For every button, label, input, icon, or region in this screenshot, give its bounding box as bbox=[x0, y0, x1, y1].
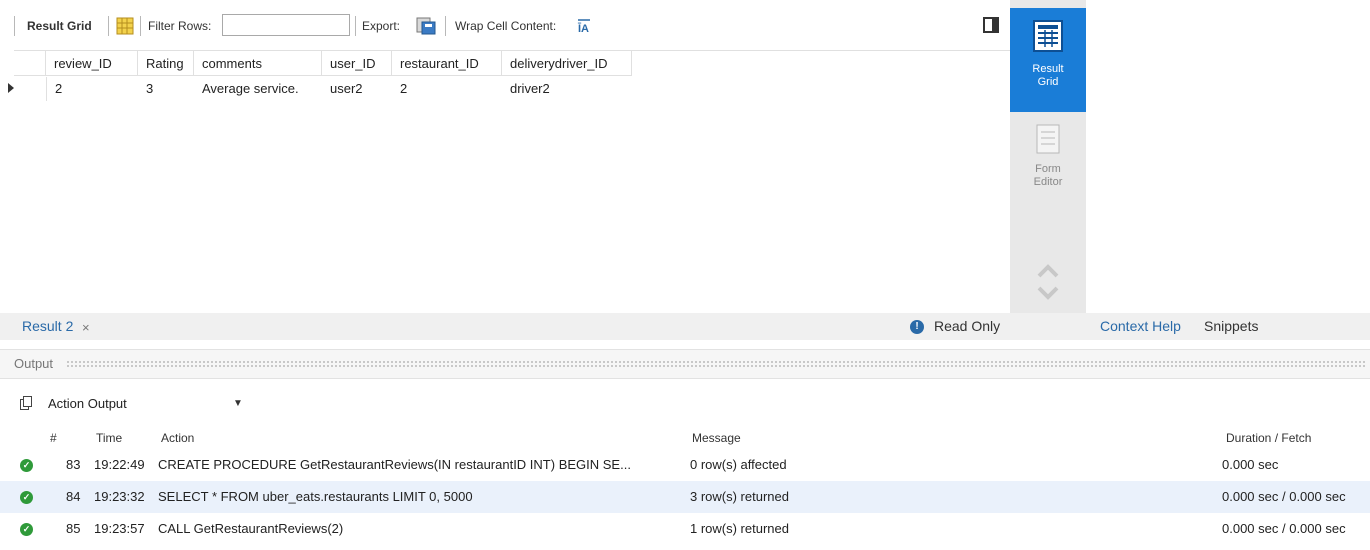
output-header-grip[interactable] bbox=[66, 360, 1366, 368]
result-grid: review_ID Rating comments user_ID restau… bbox=[14, 50, 1010, 313]
output-message: 3 row(s) returned bbox=[690, 489, 789, 504]
check-icon: ✓ bbox=[20, 459, 33, 472]
tab-context-help[interactable]: Context Help bbox=[1100, 313, 1181, 340]
current-row-marker-icon bbox=[8, 83, 14, 93]
tab-snippets[interactable]: Snippets bbox=[1204, 313, 1258, 340]
output-num: 85 bbox=[66, 521, 81, 536]
output-action: CALL GetRestaurantReviews(2) bbox=[158, 521, 344, 536]
output-message: 1 row(s) returned bbox=[690, 521, 789, 536]
output-action: CREATE PROCEDURE GetRestaurantReviews(IN… bbox=[158, 457, 631, 472]
column-header[interactable]: restaurant_ID bbox=[392, 51, 502, 76]
check-icon: ✓ bbox=[20, 491, 33, 504]
filter-rows-label: Filter Rows: bbox=[148, 19, 212, 33]
output-column-header: Message bbox=[692, 431, 741, 445]
close-icon[interactable]: × bbox=[82, 313, 90, 340]
grid-cell[interactable]: user2 bbox=[322, 77, 392, 101]
result-grid-view-label: Result bbox=[1032, 63, 1064, 75]
grid-cell[interactable]: Average service. bbox=[194, 77, 322, 101]
output-row[interactable]: ✓ 84 19:23:32 SELECT * FROM uber_eats.re… bbox=[0, 481, 1370, 513]
column-header[interactable]: deliverydriver_ID bbox=[502, 51, 632, 76]
wrap-cell-content-label: Wrap Cell Content: bbox=[455, 19, 557, 33]
output-message: 0 row(s) affected bbox=[690, 457, 787, 472]
output-column-header: Time bbox=[96, 431, 123, 445]
grid-cell[interactable]: 3 bbox=[138, 77, 194, 101]
result-grid-view-button[interactable]: Result Grid bbox=[1010, 8, 1086, 112]
column-header[interactable]: review_ID bbox=[46, 51, 138, 76]
panel-toggle-icon[interactable] bbox=[983, 17, 999, 33]
svg-text:ĪA: ĪA bbox=[577, 23, 589, 34]
output-row[interactable]: ✓ 85 19:23:57 CALL GetRestaurantReviews(… bbox=[0, 513, 1370, 545]
copy-icon[interactable] bbox=[20, 396, 32, 410]
output-row[interactable]: ✓ 83 19:22:49 CREATE PROCEDURE GetRestau… bbox=[0, 449, 1370, 481]
result-toolbar: Result Grid Filter Rows: Export: Wrap Ce… bbox=[0, 8, 1010, 44]
output-time: 19:23:32 bbox=[94, 489, 145, 504]
grid-icon[interactable] bbox=[116, 17, 134, 35]
output-num: 84 bbox=[66, 489, 81, 504]
toolbar-separator bbox=[14, 16, 15, 36]
filter-rows-input[interactable] bbox=[222, 14, 350, 36]
read-only-label: Read Only bbox=[934, 318, 1001, 334]
result-tab-bar: Result 2 × ! Read Only bbox=[0, 313, 1086, 340]
output-header: Output bbox=[0, 349, 1370, 379]
check-icon: ✓ bbox=[20, 523, 33, 536]
output-num: 83 bbox=[66, 457, 81, 472]
scroll-arrows-icon[interactable] bbox=[1036, 262, 1060, 302]
form-editor-icon bbox=[1036, 124, 1060, 154]
column-header[interactable]: user_ID bbox=[322, 51, 392, 76]
output-time: 19:23:57 bbox=[94, 521, 145, 536]
read-only-status: ! Read Only bbox=[910, 313, 1000, 340]
column-header[interactable]: comments bbox=[194, 51, 322, 76]
form-editor-view-label: Form bbox=[1035, 163, 1061, 175]
toolbar-separator bbox=[355, 16, 356, 36]
grid-cell[interactable]: 2 bbox=[392, 77, 502, 101]
info-icon: ! bbox=[910, 320, 924, 335]
export-icon[interactable] bbox=[415, 16, 437, 36]
output-duration: 0.000 sec / 0.000 sec bbox=[1222, 489, 1346, 504]
output-action: SELECT * FROM uber_eats.restaurants LIMI… bbox=[158, 489, 473, 504]
output-duration: 0.000 sec / 0.000 sec bbox=[1222, 521, 1346, 536]
result-tab[interactable]: Result 2 bbox=[22, 313, 73, 340]
output-duration: 0.000 sec bbox=[1222, 457, 1279, 472]
wrap-icon[interactable]: ĪA bbox=[576, 18, 592, 34]
grid-cell[interactable]: driver2 bbox=[502, 77, 632, 101]
grid-corner bbox=[14, 51, 46, 76]
output-title: Output bbox=[14, 350, 58, 378]
result-grid-label: Result Grid bbox=[27, 19, 92, 33]
form-editor-view-button[interactable]: Form Editor bbox=[1010, 120, 1086, 210]
output-column-header: # bbox=[50, 431, 57, 445]
side-panel: Result Grid Form Editor bbox=[1010, 0, 1086, 313]
output-type-value: Action Output bbox=[48, 396, 127, 411]
toolbar-separator bbox=[140, 16, 141, 36]
output-type-select[interactable]: Action Output ▼ bbox=[48, 392, 248, 416]
result-grid-icon bbox=[1033, 20, 1063, 52]
output-time: 19:22:49 bbox=[94, 457, 145, 472]
grid-cell[interactable]: 2 bbox=[46, 77, 138, 101]
column-header[interactable]: Rating bbox=[138, 51, 194, 76]
result-grid-view-label: Grid bbox=[1037, 76, 1059, 88]
dropdown-arrow-icon: ▼ bbox=[233, 398, 243, 409]
form-editor-view-label: Editor bbox=[1033, 176, 1063, 188]
toolbar-separator bbox=[108, 16, 109, 36]
output-column-header: Duration / Fetch bbox=[1226, 431, 1312, 445]
export-label: Export: bbox=[362, 19, 401, 33]
toolbar-separator bbox=[445, 16, 446, 36]
right-tab-bar: Context Help Snippets bbox=[1086, 313, 1370, 340]
output-column-header: Action bbox=[161, 431, 195, 445]
